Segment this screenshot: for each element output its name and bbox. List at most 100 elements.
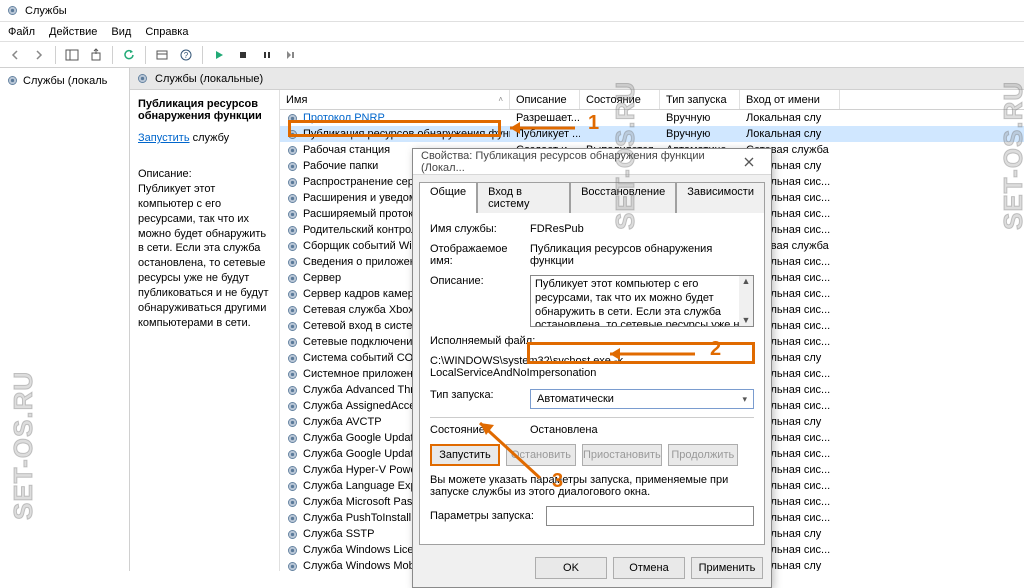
service-icon [286, 272, 299, 285]
help-text: Вы можете указать параметры запуска, при… [430, 474, 754, 498]
service-icon [286, 528, 299, 541]
resume-button: Продолжить [668, 444, 738, 466]
service-name: Служба SSTP [303, 528, 374, 540]
pause-button[interactable] [256, 44, 278, 66]
service-icon [286, 192, 299, 205]
col-logon[interactable]: Вход от имени [740, 90, 840, 109]
ok-button[interactable]: OK [535, 557, 607, 579]
service-icon [286, 208, 299, 221]
service-icon [286, 464, 299, 477]
dialog-general-panel: Имя службы: FDResPub Отображаемое имя: П… [419, 212, 765, 545]
label-params: Параметры запуска: [430, 510, 540, 522]
service-name: Служба Language Expe [303, 480, 423, 492]
tab-logon[interactable]: Вход в систему [477, 182, 570, 213]
service-row[interactable]: Публикация ресурсов обнаружения функцииП… [280, 126, 1024, 142]
col-state[interactable]: Состояние [580, 90, 660, 109]
service-icon [286, 560, 299, 572]
service-icon [286, 368, 299, 381]
service-name: Система событий COM [303, 352, 422, 364]
service-name: Сетевые подключения [303, 336, 418, 348]
service-icon [286, 416, 299, 429]
service-name: Служба Windows Licen [303, 544, 420, 556]
toolbar: ? [0, 42, 1024, 68]
stop-button: Остановить [506, 444, 576, 466]
tab-general[interactable]: Общие [419, 182, 477, 213]
menu-help[interactable]: Справка [145, 26, 188, 38]
label-state: Состояние: [430, 424, 524, 436]
col-startup[interactable]: Тип запуска [660, 90, 740, 109]
description-box[interactable]: Публикует этот компьютер с его ресурсами… [530, 275, 754, 327]
service-properties-dialog: Свойства: Публикация ресурсов обнаружени… [412, 148, 772, 588]
col-name[interactable]: Имя ˄ [280, 90, 510, 109]
show-hide-button[interactable] [61, 44, 83, 66]
scroll-up-icon[interactable]: ▲ [739, 276, 753, 287]
services-icon [136, 72, 149, 85]
export-button[interactable] [85, 44, 107, 66]
service-name: Служба Hyper-V Power [303, 464, 420, 476]
service-icon [286, 224, 299, 237]
back-button[interactable] [4, 44, 26, 66]
service-icon [286, 400, 299, 413]
service-icon [286, 496, 299, 509]
service-icon [286, 336, 299, 349]
service-name: Сведения о приложени [303, 256, 422, 268]
nav-node-services[interactable]: Службы (локаль [0, 72, 129, 89]
refresh-button[interactable] [118, 44, 140, 66]
label-service-name: Имя службы: [430, 223, 524, 235]
stop-button[interactable] [232, 44, 254, 66]
close-icon [744, 157, 754, 167]
service-name: Сервер [303, 272, 341, 284]
service-name: Расширяемый протоко [303, 208, 419, 220]
startup-type-select[interactable]: Автоматически ▾ [530, 389, 754, 409]
menu-action[interactable]: Действие [49, 26, 97, 38]
service-name: Служба Advanced Threa [303, 384, 426, 396]
play-button[interactable] [208, 44, 230, 66]
properties-button[interactable] [151, 44, 173, 66]
service-icon [286, 432, 299, 445]
forward-button[interactable] [28, 44, 50, 66]
startup-params-input[interactable] [546, 506, 754, 526]
service-icon [286, 352, 299, 365]
service-row[interactable]: Протокол PNRPРазрешает...ВручнуюЛокальна… [280, 110, 1024, 126]
service-detail-pane: Публикация ресурсов обнаружения функции … [130, 90, 280, 571]
list-header: Имя ˄ Описание Состояние Тип запуска Вхо… [280, 90, 1024, 110]
col-desc[interactable]: Описание [510, 90, 580, 109]
dialog-close-button[interactable] [735, 152, 763, 172]
dialog-titlebar[interactable]: Свойства: Публикация ресурсов обнаружени… [413, 149, 771, 175]
service-name: Родительский контрол [303, 224, 417, 236]
apply-button[interactable]: Применить [691, 557, 763, 579]
pause-button: Приостановить [582, 444, 662, 466]
start-service-link[interactable]: Запустить [138, 132, 190, 144]
tab-recovery[interactable]: Восстановление [570, 182, 676, 213]
service-desc: Публикует ... [510, 128, 580, 140]
value-state: Остановлена [530, 424, 754, 436]
service-startup: Вручную [660, 112, 740, 124]
service-name: Служба Google Update [303, 432, 420, 444]
content-header: Службы (локальные) [130, 68, 1024, 90]
help-button[interactable]: ? [175, 44, 197, 66]
label-display-name: Отображаемое имя: [430, 243, 524, 267]
scroll-down-icon[interactable]: ▼ [739, 315, 753, 326]
service-icon [286, 240, 299, 253]
window-title: Службы [25, 5, 67, 17]
service-logon: Локальная слу [740, 112, 840, 124]
service-startup: Вручную [660, 128, 740, 140]
value-exe: C:\WINDOWS\system32\svchost.exe -k Local… [430, 355, 754, 379]
service-name: Служба PushToInstall W [303, 512, 425, 524]
service-name: Служба Google Update [303, 448, 420, 460]
tab-deps[interactable]: Зависимости [676, 182, 765, 213]
service-icon [286, 544, 299, 557]
cancel-button[interactable]: Отмена [613, 557, 685, 579]
service-icon [286, 176, 299, 189]
scrollbar[interactable]: ▲▼ [739, 276, 753, 326]
service-logon: Локальная слу [740, 128, 840, 140]
restart-button[interactable] [280, 44, 302, 66]
menu-view[interactable]: Вид [111, 26, 131, 38]
service-desc: Разрешает... [510, 112, 580, 124]
menu-file[interactable]: Файл [8, 26, 35, 38]
app-icon [6, 4, 19, 17]
service-icon [286, 288, 299, 301]
service-icon [286, 128, 299, 141]
service-name: Сетевой вход в систему [303, 320, 426, 332]
start-button[interactable]: Запустить [430, 444, 500, 466]
